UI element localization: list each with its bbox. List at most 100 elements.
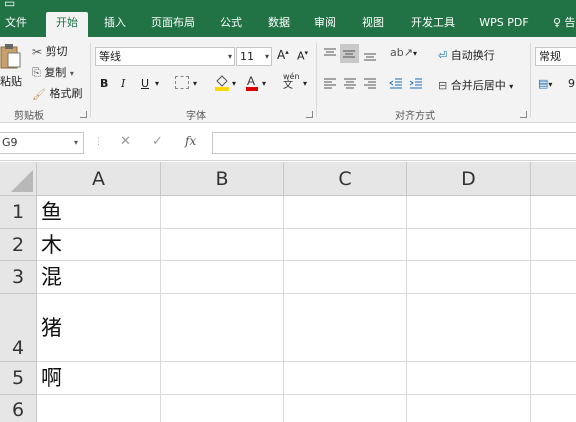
tab-page-layout[interactable]: 页面布局 (147, 12, 199, 37)
cell-e4[interactable] (531, 294, 576, 362)
tab-review[interactable]: 审阅 (310, 12, 340, 37)
cell-c1[interactable] (284, 196, 407, 229)
cell-d2[interactable] (407, 229, 531, 261)
save-icon[interactable]: ▭ (4, 0, 15, 10)
number-format-combo[interactable]: 常规 (535, 47, 576, 66)
tab-data[interactable]: 数据 (264, 12, 294, 37)
font-launcher-icon[interactable] (306, 111, 313, 118)
phonetic-button[interactable]: wén 文 (283, 72, 300, 91)
orientation-icon: ab↗ (390, 46, 413, 59)
row-header-6[interactable]: 6 (0, 395, 37, 422)
tell-me-search[interactable]: ♀ 告 (553, 14, 576, 30)
cancel-icon[interactable]: ✕ (120, 134, 131, 149)
svg-text:A: A (247, 74, 255, 88)
cell-b3[interactable] (161, 261, 284, 294)
align-top-button[interactable] (323, 47, 337, 64)
cell-a3[interactable]: 混 (37, 261, 161, 294)
cell-b6[interactable] (161, 395, 284, 422)
clipboard-launcher-icon[interactable] (80, 111, 87, 118)
chevron-down-icon[interactable]: ▾ (262, 79, 266, 88)
cell-a1[interactable]: 鱼 (37, 196, 161, 229)
cell-c6[interactable] (284, 395, 407, 422)
cell-c5[interactable] (284, 362, 407, 395)
increase-font-size-button[interactable]: A▴ (277, 48, 289, 62)
tab-view[interactable]: 视图 (358, 12, 388, 37)
font-color-button[interactable]: A (245, 73, 259, 94)
paste-button[interactable]: 粘贴 (0, 41, 26, 101)
cell-b4[interactable] (161, 294, 284, 362)
cell-a5[interactable]: 啊 (37, 362, 161, 395)
wrap-text-button[interactable]: ⏎ 自动换行 (438, 47, 495, 63)
merge-center-button[interactable]: ⊟ 合并后居中 ▾ (438, 77, 513, 93)
bold-button[interactable]: B (100, 77, 108, 90)
increase-indent-button[interactable] (409, 78, 423, 93)
align-bottom-button[interactable] (363, 47, 377, 64)
cell-a2[interactable]: 木 (37, 229, 161, 261)
cell-d3[interactable] (407, 261, 531, 294)
tab-insert[interactable]: 插入 (100, 12, 130, 37)
decrease-indent-button[interactable] (389, 78, 403, 93)
tab-formulas[interactable]: 公式 (216, 12, 246, 37)
fill-color-button[interactable] (214, 73, 230, 94)
row-header-3[interactable]: 3 (0, 261, 37, 294)
chevron-down-icon[interactable]: ▾ (193, 79, 197, 88)
cell-a4[interactable]: 猪 (37, 294, 161, 362)
row-header-2[interactable]: 2 (0, 229, 37, 261)
column-header-e[interactable] (531, 162, 576, 196)
cell-c4[interactable] (284, 294, 407, 362)
row-header-4[interactable]: 4 (0, 294, 37, 362)
cell-d1[interactable] (407, 196, 531, 229)
column-header-b[interactable]: B (161, 162, 284, 196)
tab-developer[interactable]: 开发工具 (407, 12, 459, 37)
underline-button[interactable]: U (141, 77, 149, 90)
decrease-indent-icon (389, 78, 402, 89)
column-header-a[interactable]: A (37, 162, 161, 196)
align-center-button[interactable] (343, 78, 357, 93)
cell-d6[interactable] (407, 395, 531, 422)
format-painter-button[interactable]: 🖌 格式刷 (32, 85, 82, 101)
tab-home[interactable]: 开始 (46, 12, 88, 37)
row-header-1[interactable]: 1 (0, 196, 37, 229)
insert-function-button[interactable]: fx (185, 134, 196, 148)
chevron-down-icon[interactable]: ▾ (232, 79, 236, 88)
orientation-button[interactable]: ab↗▾ (390, 46, 417, 59)
cell-c2[interactable] (284, 229, 407, 261)
chevron-down-icon[interactable]: ▾ (303, 79, 307, 88)
cell-e6[interactable] (531, 395, 576, 422)
tab-wps-pdf[interactable]: WPS PDF (475, 12, 533, 37)
clipboard-group-label: 剪贴板 (14, 111, 44, 122)
alignment-launcher-icon[interactable] (520, 111, 527, 118)
decrease-font-size-button[interactable]: A▾ (297, 49, 308, 63)
borders-button[interactable] (175, 76, 189, 89)
name-box[interactable]: G9 ▾ (0, 132, 84, 154)
cell-b5[interactable] (161, 362, 284, 395)
align-left-button[interactable] (323, 78, 337, 93)
cell-e2[interactable] (531, 229, 576, 261)
row-header-5[interactable]: 5 (0, 362, 37, 395)
confirm-icon[interactable]: ✓ (152, 134, 163, 149)
cell-e3[interactable] (531, 261, 576, 294)
chevron-down-icon[interactable]: ▾ (155, 79, 159, 88)
accounting-format-button[interactable]: ▤▾ (538, 77, 552, 90)
column-header-c[interactable]: C (284, 162, 407, 196)
cell-d4[interactable] (407, 294, 531, 362)
align-middle-button[interactable] (340, 44, 359, 63)
align-right-button[interactable] (363, 78, 377, 93)
copy-button[interactable]: ⎘ 复制 ▾ (32, 64, 74, 80)
cell-b2[interactable] (161, 229, 284, 261)
font-size-combo[interactable]: 11 ▾ (236, 47, 272, 66)
cell-c3[interactable] (284, 261, 407, 294)
font-name-combo[interactable]: 等线 ▾ (95, 47, 235, 66)
percent-button[interactable]: 9 (568, 77, 575, 90)
column-header-d[interactable]: D (407, 162, 531, 196)
cut-button[interactable]: ✂ 剪切 (32, 43, 68, 59)
cell-a6[interactable] (37, 395, 161, 422)
cell-d5[interactable] (407, 362, 531, 395)
cell-e1[interactable] (531, 196, 576, 229)
tab-file[interactable]: 文件 (2, 12, 30, 37)
cell-e5[interactable] (531, 362, 576, 395)
italic-button[interactable]: I (121, 77, 125, 90)
formula-input[interactable] (212, 132, 576, 154)
cell-b1[interactable] (161, 196, 284, 229)
select-all-button[interactable] (0, 162, 37, 196)
